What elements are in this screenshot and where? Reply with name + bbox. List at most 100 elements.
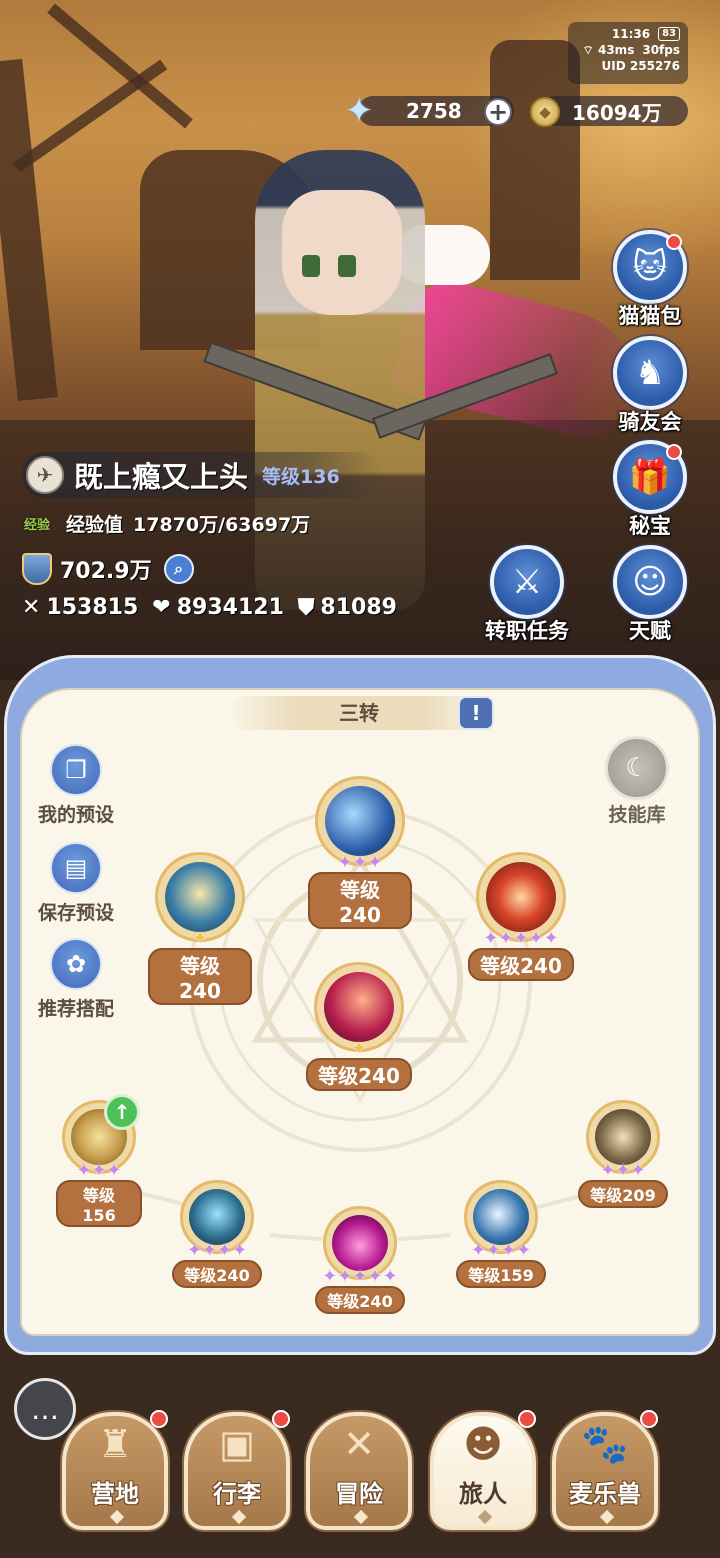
coin-amount: 16094万 [572,100,662,125]
castle-icon: ♜ [97,1422,133,1466]
skill-slot-bottom-2[interactable]: ✦✦✦✦✦ 等级240 [312,1206,408,1314]
uid-text: UID 255276 [601,59,680,73]
skill-stars: ✦✦✦✦ [470,1240,532,1261]
battery-indicator: 83 [658,27,680,41]
shield-icon: ⛊ [297,595,315,620]
skill-stars: ✦✦✦✦ [186,1240,248,1261]
side-cat-bag-label: 猫猫包 [618,304,682,328]
nav-luggage[interactable]: ▣ 行李 [184,1410,290,1530]
coin-currency-bar: 16094万 [540,96,688,126]
horse-icon: ♞ [613,336,687,410]
skill-level-label: 等级240 [306,1058,412,1091]
side-class-quest-button[interactable]: ⚔ 转职任务 [474,545,580,645]
info-book-mark: ! [471,701,481,725]
combat-power-value: 702.9万 [60,559,152,584]
attack-value: 153815 [46,595,139,620]
exp-value: 17870万/63697万 [133,514,311,536]
skill-level-label: 等级240 [468,948,574,981]
crossed-swords-icon: ✕ [22,595,41,620]
skill-level-label: 等级159 [456,1260,546,1288]
notification-dot [272,1410,290,1428]
skill-stars: ✦✦✦ [76,1160,122,1181]
side-rider-club-label: 骑友会 [618,410,682,434]
nav-ornament [477,1509,493,1525]
skill-level-label: 等级240 [308,872,412,929]
fps-value: 30fps [642,43,680,57]
talent-icon: ☺ [613,545,687,619]
windmill-blade [12,59,168,173]
skill-center-art [324,972,394,1042]
side-treasure-button[interactable]: 🎁 秘宝 [602,440,698,540]
player-name-bar[interactable]: ✈ 既上瘾又上头 等级136 [22,452,382,498]
upgrade-arrow-icon[interactable]: ↑ [104,1094,140,1130]
skill-stars: ✦ [351,1038,367,1059]
skill-stars: ✦ [192,928,208,949]
exp-label: 经验值 [66,514,124,536]
add-star-button[interactable]: + [484,98,512,126]
notification-dot [518,1410,536,1428]
side-class-quest-label: 转职任务 [485,619,569,643]
save-preset-button[interactable]: ▤ 保存预设 [30,842,122,925]
side-talent-button[interactable]: ☺ 天赋 [602,545,698,645]
notification-dot [150,1410,168,1428]
info-book-icon[interactable]: ! [458,696,494,730]
preset-icon: ❐ [50,744,102,796]
nav-ornament [353,1509,369,1525]
side-treasure-label: 秘宝 [629,514,671,538]
nav-pet[interactable]: 🐾 麦乐兽 [552,1410,658,1530]
nav-ornament [599,1509,615,1525]
save-preset-label: 保存预设 [37,902,114,924]
side-talent-label: 天赋 [629,619,671,643]
hp-stat: ❤ 8934121 [152,595,284,620]
chat-icon: … [31,1392,59,1426]
skill-slot-top[interactable]: ✦✦✦ 等级240 [308,776,412,929]
skill-slot-far-right[interactable]: ✦✦✦ 等级209 [578,1100,668,1208]
skill-slot-center[interactable]: ✦ 等级240 [304,962,414,1091]
traveler-icon: ☻ [463,1422,503,1466]
star-amount: 2758 [406,99,462,123]
exp-tag: 经验 [24,518,51,533]
skill-library-button[interactable]: ☾ 技能库 [592,736,682,827]
skill-slot-bottom-3[interactable]: ✦✦✦✦ 等级159 [456,1180,546,1288]
class-tier-title: 三转 [228,696,490,730]
my-preset-label: 我的预设 [37,804,114,826]
nav-traveler[interactable]: ☻ 旅人 [430,1410,536,1530]
skill-slot-bottom-1[interactable]: ✦✦✦✦ 等级240 [172,1180,262,1288]
skill-slot-left[interactable]: ✦ 等级240 [148,852,252,1005]
skill-stars: ✦✦✦ [600,1160,646,1181]
skill-level-label: 等级209 [578,1180,668,1208]
side-cat-bag-button[interactable]: 🐱 猫猫包 [602,230,698,330]
my-preset-button[interactable]: ❐ 我的预设 [30,744,122,827]
hp-value: 8934121 [176,595,284,620]
skill-slot-right[interactable]: ✦✦✦✦✦ 等级240 [466,852,576,981]
skill-level-label: 等级240 [172,1260,262,1288]
search-icon[interactable]: ⌕ [163,554,194,584]
player-name: 既上瘾又上头 [74,460,249,494]
character-head [282,190,402,315]
skill-left-art [165,862,235,932]
star-crystal-icon: ✦ [344,91,374,131]
skill-stars: ✦✦✦ [337,852,383,873]
attack-stat: ✕ 153815 [22,595,138,620]
notification-dot [666,234,682,250]
coin-icon: ◆ [530,97,560,127]
recommend-build-button[interactable]: ✿ 推荐搭配 [30,938,122,1021]
crossed-swords-icon: ✕ [343,1422,375,1466]
nav-camp[interactable]: ♜ 营地 [62,1410,168,1530]
character-eye [302,255,320,277]
skill-bottom-2-art [332,1215,388,1271]
skill-bottom-1-art [189,1189,245,1245]
skill-library-label: 技能库 [608,804,666,826]
skill-level-label: 等级156 [56,1180,142,1227]
nav-traveler-label: 旅人 [459,1480,507,1508]
skill-level-label: 等级240 [148,948,252,1005]
side-rider-club-button[interactable]: ♞ 骑友会 [602,336,698,436]
skill-stars: ✦✦✦✦✦ [483,928,559,949]
nav-adventure[interactable]: ✕ 冒险 [306,1412,412,1530]
defense-value: 81089 [320,595,397,620]
skill-library-icon: ☾ [605,736,669,800]
notification-dot [640,1410,658,1428]
skill-right-art [486,862,556,932]
recommend-icon: ✿ [50,938,102,990]
wifi-ping: ⌔ 43ms [582,43,635,57]
